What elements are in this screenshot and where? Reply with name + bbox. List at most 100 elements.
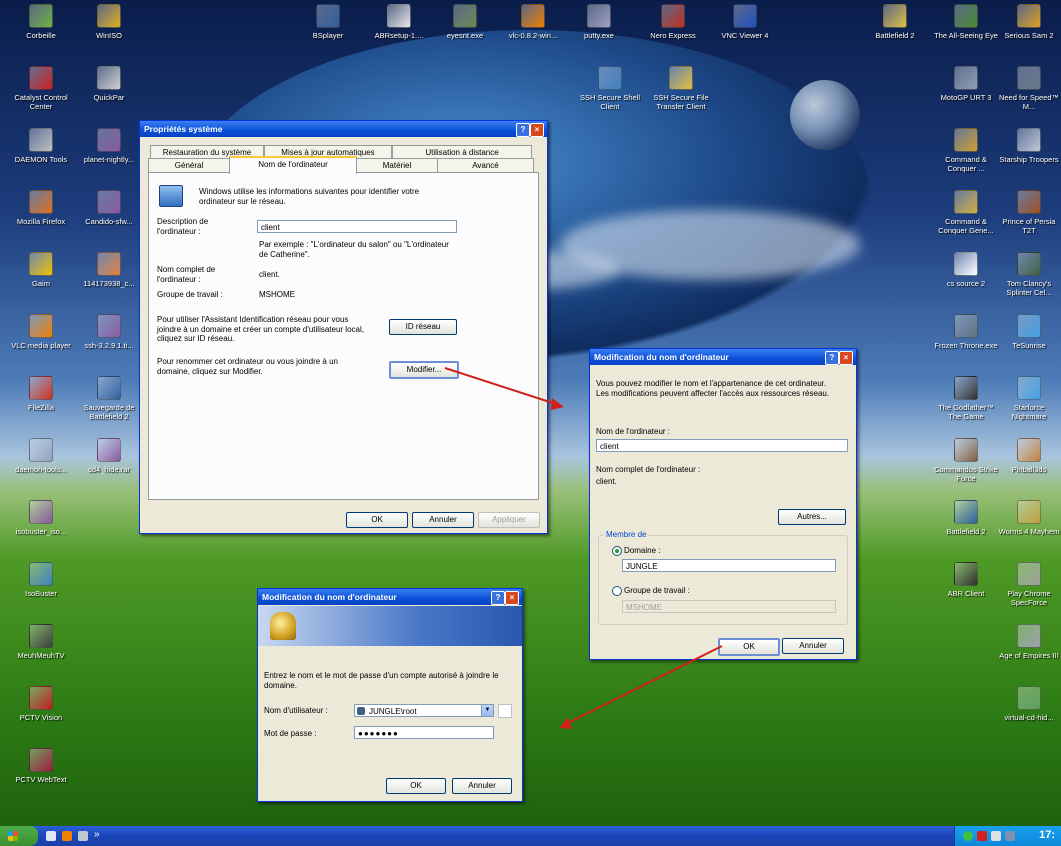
desktop-icon[interactable]: planet-nightly... [76,128,142,164]
desktop-icon[interactable]: DAEMON Tools [8,128,74,164]
username-combobox[interactable]: JUNGLE\root ▼ [354,704,494,717]
tray-icon[interactable] [963,831,973,841]
desktop-icon[interactable]: The All-Seeing Eye [933,4,999,40]
tray-icon[interactable] [991,831,1001,841]
password-input[interactable]: ●●●●●●● [354,726,494,739]
close-icon[interactable]: × [839,351,853,365]
desktop-icon[interactable]: FileZilla [8,376,74,412]
desktop-icon[interactable]: Age of Empires III [996,624,1061,660]
shortcut-icon [97,128,121,152]
browse-button[interactable] [498,704,512,718]
desktop-icon[interactable]: Need for Speed™ M... [996,66,1061,111]
desktop-icon[interactable]: virtual-cd-hid... [996,686,1061,722]
help-icon[interactable]: ? [516,123,530,137]
desktop-icon[interactable]: Frozen Throne.exe [933,314,999,350]
desktop-icon[interactable]: Starforce Nightmare [996,376,1061,421]
network-id-button[interactable]: ID réseau [389,319,457,335]
desktop-icon[interactable]: PCTV WebText [8,748,74,784]
close-icon[interactable]: × [530,123,544,137]
desktop-icon[interactable]: isobuster_iso... [8,500,74,536]
tab-remote[interactable]: Utilisation à distance [392,145,532,159]
desktop-icon[interactable]: Candido-sfw... [76,190,142,226]
show-desktop-icon[interactable] [46,831,56,841]
desktop-icon[interactable]: Prince of Persia T2T [996,190,1061,235]
desktop-icon[interactable]: vlc-0.8.2-win... [500,4,566,40]
tab-advanced[interactable]: Avancé [437,158,534,172]
desktop-icon[interactable]: SSH Secure Shell Client [577,66,643,111]
media-player-icon[interactable] [62,831,72,841]
computer-name-input[interactable]: client [596,439,848,452]
desktop-icon[interactable]: sd4_hide.rar [76,438,142,474]
modify-button[interactable]: Modifier... [389,361,459,379]
shortcut-icon [1017,686,1041,710]
desktop-icon[interactable]: BSplayer [295,4,361,40]
others-button[interactable]: Autres... [778,509,846,525]
full-name-value: client. [596,477,617,486]
domain-radio[interactable] [612,546,622,556]
desktop-icon[interactable]: Serious Sam 2 [996,4,1061,40]
desktop-icon[interactable]: IsoBuster [8,562,74,598]
desktop-icon[interactable]: Starship Troopers [996,128,1061,164]
cancel-button[interactable]: Annuler [412,512,474,528]
workgroup-radio[interactable] [612,586,622,596]
desktop-icon[interactable]: The Godfather™ The Game [933,376,999,421]
cancel-button[interactable]: Annuler [452,778,512,794]
desktop-icon[interactable]: Command & Conquer Gene... [933,190,999,235]
desktop-icon[interactable]: eyesnt.exe [432,4,498,40]
desktop-icon[interactable]: Catalyst Control Center [8,66,74,111]
ok-button[interactable]: OK [346,512,408,528]
quicklaunch-icon[interactable] [78,831,88,841]
desktop-icon[interactable]: Sauvegarde de Battlefield 2 [76,376,142,421]
desktop-icon[interactable]: daemon-tools... [8,438,74,474]
desktop-icon[interactable]: ssh-3.2.9.1.ti... [76,314,142,350]
desktop-icon[interactable]: Worms 4 Mayhem [996,500,1061,536]
ok-button[interactable]: OK [386,778,446,794]
desktop-icon[interactable]: Commandos Strike Force [933,438,999,483]
tab-computer-name[interactable]: Nom de l'ordinateur [229,156,357,174]
tab-hardware[interactable]: Matériel [356,158,438,172]
desktop-icon[interactable]: Play Chrome SpecForce [996,562,1061,607]
tray-icon[interactable] [977,831,987,841]
desktop-icon[interactable]: Battlefield 2 [933,500,999,536]
domain-input[interactable]: JUNGLE [622,559,836,572]
volume-icon[interactable] [1005,831,1015,841]
desktop-icon[interactable]: SSH Secure File Transfer Client [648,66,714,111]
desktop-icon[interactable]: Mozilla Firefox [8,190,74,226]
tab-general[interactable]: Général [148,158,230,172]
desktop-icon[interactable]: putty.exe [566,4,632,40]
close-icon[interactable]: × [505,591,519,605]
desktop-icon[interactable]: Nero Express [640,4,706,40]
desktop-icon[interactable]: VLC media player [8,314,74,350]
description-label: Description de l'ordinateur : [157,217,209,236]
desktop-icon[interactable]: MeuhMeuhTV [8,624,74,660]
clock[interactable]: 17: [1039,829,1055,841]
desktop-icon[interactable]: TeSunrise [996,314,1061,350]
desktop-icon-label: daemon-tools... [15,465,67,474]
desktop-icon[interactable]: Command & Conquer ... [933,128,999,173]
desktop-icon[interactable]: MotoGP URT 3 [933,66,999,102]
desktop-icon[interactable]: cs source 2 [933,252,999,288]
desktop-icon[interactable]: Pinball3ds [996,438,1061,474]
password-label: Mot de passe : [264,729,317,738]
desktop-icon[interactable]: VNC Viewer 4 [712,4,778,40]
chevron-down-icon[interactable]: ▼ [481,705,493,716]
help-icon[interactable]: ? [491,591,505,605]
start-button[interactable] [0,826,38,846]
workgroup-input[interactable]: MSHOME [622,600,836,613]
desktop-icon[interactable]: ABR Client [933,562,999,598]
quicklaunch-more[interactable]: » [94,829,100,840]
desktop-icon[interactable]: PCTV Vision [8,686,74,722]
ok-button[interactable]: OK [718,638,780,656]
desktop-icon[interactable]: ABRsetup-1.... [366,4,432,40]
desktop-icon[interactable]: 114173938_c... [76,252,142,288]
cancel-button[interactable]: Annuler [782,638,844,654]
desktop-icon[interactable]: QuickPar [76,66,142,102]
desktop-icon[interactable]: Gaim [8,252,74,288]
desktop-icon[interactable]: Corbeille [8,4,74,40]
desktop-icon[interactable]: Battlefield 2 [862,4,928,40]
desktop-icon[interactable]: Tom Clancy's Splinter Cel... [996,252,1061,297]
help-icon[interactable]: ? [825,351,839,365]
apply-button[interactable]: Appliquer [478,512,540,528]
description-input[interactable]: client [257,220,457,233]
desktop-icon[interactable]: WinISO [76,4,142,40]
